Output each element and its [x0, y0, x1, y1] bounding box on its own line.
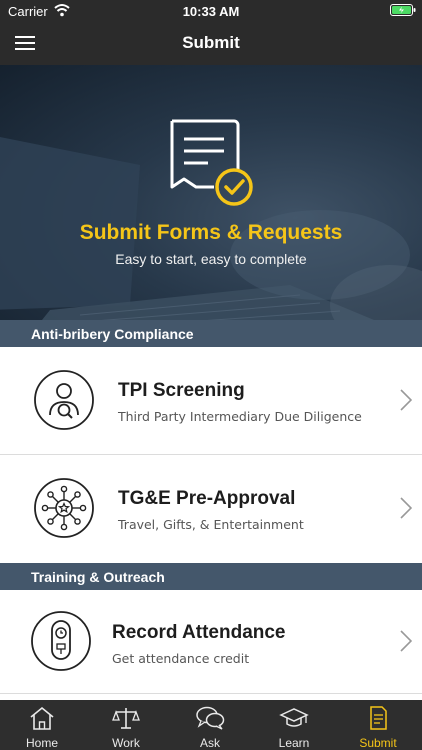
item-title: Record Attendance — [112, 622, 286, 643]
list-item-record-attendance[interactable]: Record Attendance Get attendance credit — [0, 590, 422, 694]
section-header-training-outreach: Training & Outreach — [0, 563, 422, 590]
section-title: Training & Outreach — [31, 569, 165, 585]
tab-label: Home — [25, 736, 58, 750]
tab-label: Ask — [199, 736, 220, 750]
item-subtitle: Third Party Intermediary Due Diligence — [118, 409, 362, 424]
home-icon — [30, 706, 54, 730]
tab-ask[interactable]: Ask — [168, 700, 252, 750]
chevron-right-icon — [400, 630, 412, 652]
item-title: TPI Screening — [118, 380, 245, 401]
tab-label: Work — [112, 736, 140, 750]
chevron-right-icon — [400, 389, 412, 411]
nav-bar: Submit — [0, 22, 422, 65]
list-item-tge-pre-approval[interactable]: TG&E Pre-Approval Travel, Gifts, & Enter… — [0, 455, 422, 562]
tab-learn[interactable]: Learn — [252, 700, 336, 750]
tab-label: Submit — [359, 736, 397, 750]
tab-work[interactable]: Work — [84, 700, 168, 750]
list-item-tpi-screening[interactable]: TPI Screening Third Party Intermediary D… — [0, 347, 422, 455]
hero-subtitle: Easy to start, easy to complete — [115, 251, 307, 267]
item-subtitle: Travel, Gifts, & Entertainment — [118, 517, 304, 532]
scales-icon — [112, 708, 140, 729]
chat-bubbles-icon — [196, 706, 225, 730]
tab-submit[interactable]: Submit — [336, 700, 420, 750]
tab-bar: Home Work Ask Learn Submit — [0, 700, 422, 750]
tab-label: Learn — [278, 736, 310, 750]
section-title: Anti-bribery Compliance — [31, 326, 194, 342]
item-subtitle: Get attendance credit — [112, 651, 250, 666]
person-search-icon — [34, 370, 94, 430]
graduation-cap-icon — [279, 708, 309, 727]
badge-clock-icon — [31, 611, 91, 671]
status-time: 10:33 AM — [182, 4, 240, 19]
page-title: Submit — [182, 33, 240, 52]
battery-icon — [390, 4, 416, 16]
network-star-icon — [34, 478, 94, 538]
form-document-icon — [170, 119, 253, 206]
hero-banner: Submit Forms & Requests Easy to start, e… — [0, 65, 422, 320]
hero-title: Submit Forms & Requests — [79, 221, 343, 244]
document-icon — [370, 706, 387, 730]
chevron-right-icon — [400, 497, 412, 519]
tab-home[interactable]: Home — [0, 700, 84, 750]
section-header-anti-bribery: Anti-bribery Compliance — [0, 320, 422, 347]
status-bar: Carrier 10:33 AM — [0, 0, 422, 22]
item-title: TG&E Pre-Approval — [118, 488, 296, 509]
